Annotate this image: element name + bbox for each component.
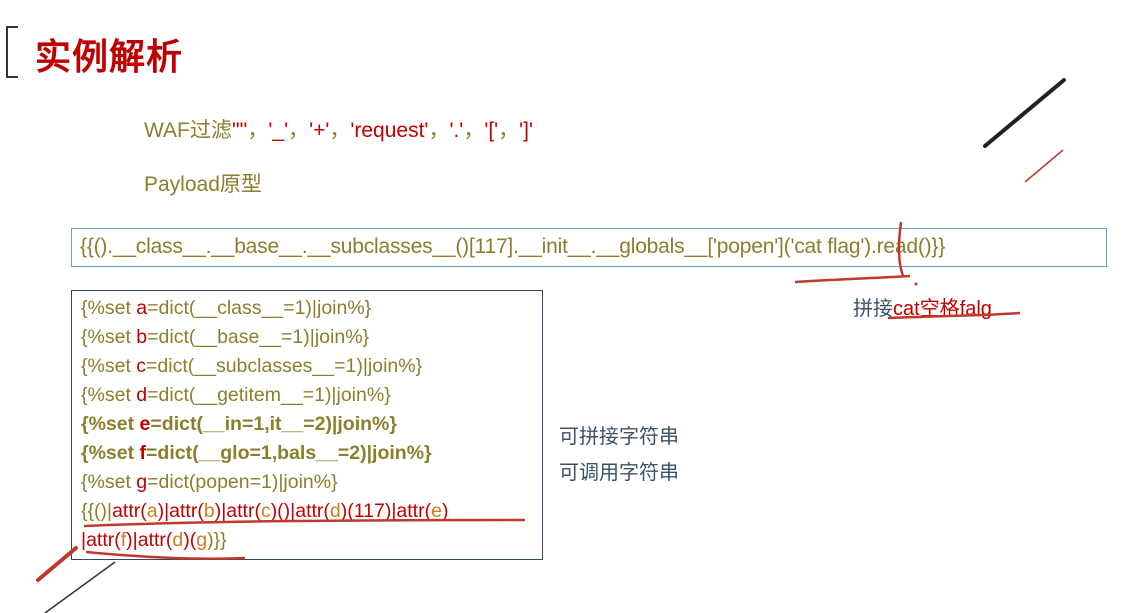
pen-stroke xyxy=(1024,149,1064,183)
pen-stroke xyxy=(36,546,78,582)
pen-stroke xyxy=(794,274,911,284)
pen-dot xyxy=(914,282,918,286)
pen-stroke xyxy=(897,221,905,277)
pen-stroke xyxy=(983,78,1066,148)
pen-stroke xyxy=(44,561,116,613)
pen-stroke xyxy=(887,311,1021,320)
pen-annotations xyxy=(36,78,1066,613)
pen-stroke xyxy=(85,550,246,560)
pen-stroke xyxy=(83,518,526,528)
